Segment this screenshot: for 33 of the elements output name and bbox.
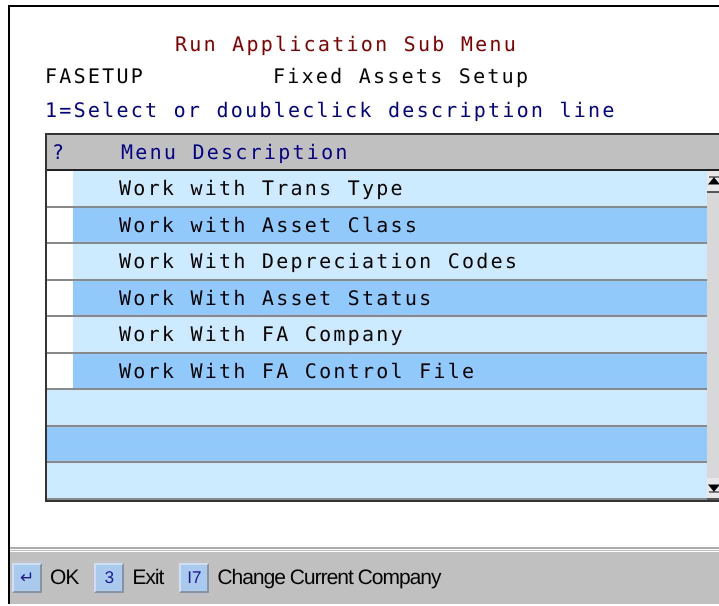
instruction-text: 1=Select or doubleclick description line xyxy=(45,97,618,124)
screen-title: Run Application Sub Menu xyxy=(174,31,519,58)
option-field[interactable] xyxy=(47,317,73,352)
menu-description: Work with Trans Type xyxy=(118,175,405,202)
menu-row[interactable]: Work With FA Company xyxy=(47,317,707,354)
function-key[interactable]: 3 xyxy=(94,563,124,593)
option-field[interactable] xyxy=(47,244,73,278)
option-field[interactable] xyxy=(47,280,73,315)
function-key-label[interactable]: Exit xyxy=(132,566,164,590)
function-key[interactable]: ↵ xyxy=(12,563,42,593)
menu-row[interactable]: Work with Asset Class xyxy=(47,208,707,244)
menu-description: Work with Asset Class xyxy=(118,212,420,238)
menu-description: Work With FA Control File xyxy=(118,358,476,384)
menu-description: Work With Asset Status xyxy=(118,284,434,312)
menu-row[interactable]: Work With Depreciation Codes xyxy=(47,244,707,280)
function-key[interactable]: I7 xyxy=(179,563,210,593)
scroll-up-icon[interactable] xyxy=(707,171,719,193)
function-key-label[interactable]: Change Current Company xyxy=(217,566,440,590)
option-field[interactable] xyxy=(47,208,73,242)
function-key-label[interactable]: OK xyxy=(50,566,78,590)
menu-description: Work With Depreciation Codes xyxy=(118,248,520,275)
menu-name: Fixed Assets Setup xyxy=(273,63,530,90)
menu-code: FASETUP xyxy=(45,63,146,90)
menu-description: Work With FA Company xyxy=(118,321,405,348)
column-header: Menu Description xyxy=(121,139,350,166)
scrollbar[interactable] xyxy=(707,171,719,500)
menu-row[interactable]: Work With FA Control File xyxy=(47,354,707,390)
option-field[interactable] xyxy=(47,354,73,388)
menu-row[interactable]: Work With Asset Status xyxy=(47,280,707,317)
option-field[interactable] xyxy=(47,171,73,206)
column-header: ? xyxy=(51,139,68,166)
scroll-down-icon[interactable] xyxy=(707,478,719,500)
menu-row[interactable]: Work with Trans Type xyxy=(47,171,707,208)
